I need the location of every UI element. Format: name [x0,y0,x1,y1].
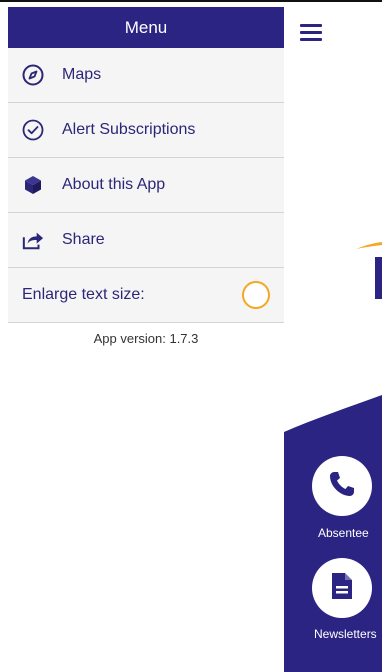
compass-icon [22,64,44,86]
document-icon [330,571,354,606]
enlarge-text-toggle[interactable] [242,281,270,309]
absentee-tile[interactable] [312,456,372,516]
menu-item-maps[interactable]: Maps [8,48,284,103]
enlarge-text-row: Enlarge text size: [8,268,284,323]
menu-item-about[interactable]: About this App [8,158,284,213]
phone-icon [327,469,357,504]
absentee-label: Absentee [318,526,369,540]
menu-item-label: About this App [62,176,166,193]
main-screen: Absentee Newsletters [284,7,382,672]
hamburger-menu-icon[interactable] [300,24,322,45]
app-version: App version: 1.7.3 [93,331,199,346]
menu-header: Menu [8,7,284,48]
share-arrow-icon [22,229,44,251]
check-circle-icon [22,119,44,141]
menu-item-label: Maps [62,66,102,83]
menu-item-share[interactable]: Share [8,213,284,268]
enlarge-text-label: Enlarge text size: [22,286,145,303]
menu-item-alert-subscriptions[interactable]: Alert Subscriptions [8,103,284,158]
menu-title: Menu [124,17,168,37]
menu-item-label: Alert Subscriptions [62,121,196,138]
side-menu: Menu Maps Alert Subscriptions About this… [8,7,284,672]
menu-item-label: Share [62,231,105,248]
status-bar-edge [0,0,382,7]
cube-icon [22,174,44,196]
menu-list: Maps Alert Subscriptions About this App [8,48,284,323]
newsletters-tile[interactable] [312,558,372,618]
newsletters-label: Newsletters [314,627,377,641]
